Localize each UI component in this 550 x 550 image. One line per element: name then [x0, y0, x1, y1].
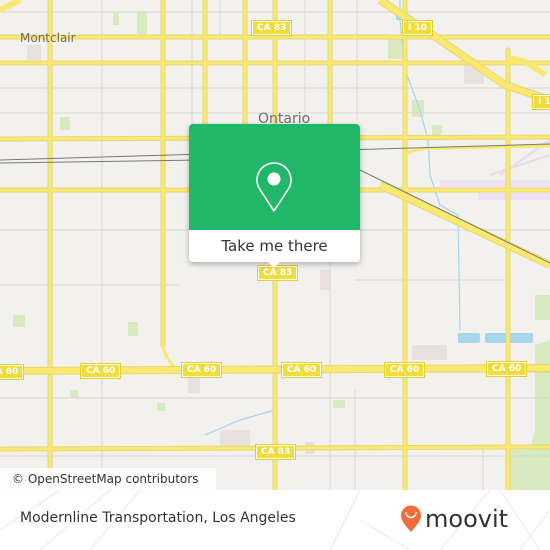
moovit-wordmark: moovit — [425, 505, 509, 533]
park — [70, 390, 78, 398]
park — [137, 12, 147, 34]
park — [13, 315, 25, 327]
landuse — [412, 345, 447, 360]
park — [412, 100, 424, 117]
landuse — [27, 45, 41, 60]
route-shield-ca60: CA 60 — [383, 362, 426, 378]
moovit-logo[interactable]: moovit — [400, 502, 508, 536]
moovit-logo-icon — [401, 505, 421, 532]
route-shield-i10: I 10 — [531, 94, 550, 110]
popup-header[interactable] — [189, 124, 360, 230]
route-shield-i10: I 10 — [401, 20, 434, 36]
park — [113, 13, 119, 25]
park — [60, 117, 70, 130]
place-label-montclair: Montclair — [20, 31, 76, 45]
route-shield-ca83: CA 83 — [250, 20, 293, 36]
map[interactable]: Montclair Ontario Chino CA 83 I 10 I 10 … — [0, 0, 550, 490]
route-shield-ca60: CA 60 — [180, 362, 223, 378]
park — [535, 295, 550, 320]
popup-pointer — [267, 261, 281, 268]
route-shield-ca83: CA 83 — [256, 265, 299, 281]
route-shield-ca60: CA 60 — [79, 363, 122, 379]
park — [157, 403, 165, 411]
route-shield-ca83: CA 83 — [254, 444, 297, 460]
park — [128, 322, 138, 336]
footer: Modernline Transportation, Los Angeles m… — [0, 490, 550, 550]
park — [333, 400, 345, 408]
park — [388, 37, 403, 59]
map-attribution[interactable]: © OpenStreetMap contributors — [0, 468, 216, 490]
map-pin-icon — [256, 162, 292, 212]
location-title: Modernline Transportation, Los Angeles — [20, 510, 296, 526]
destination-popup[interactable]: Take me there — [189, 124, 360, 268]
landuse — [320, 270, 330, 290]
route-shield-ca60: CA 60 — [485, 361, 528, 377]
take-me-there-button[interactable]: Take me there — [189, 230, 360, 262]
route-shield-ca60: CA 60 — [280, 362, 323, 378]
route-shield-ca60: CA 60 — [0, 364, 25, 380]
landuse — [188, 375, 200, 393]
